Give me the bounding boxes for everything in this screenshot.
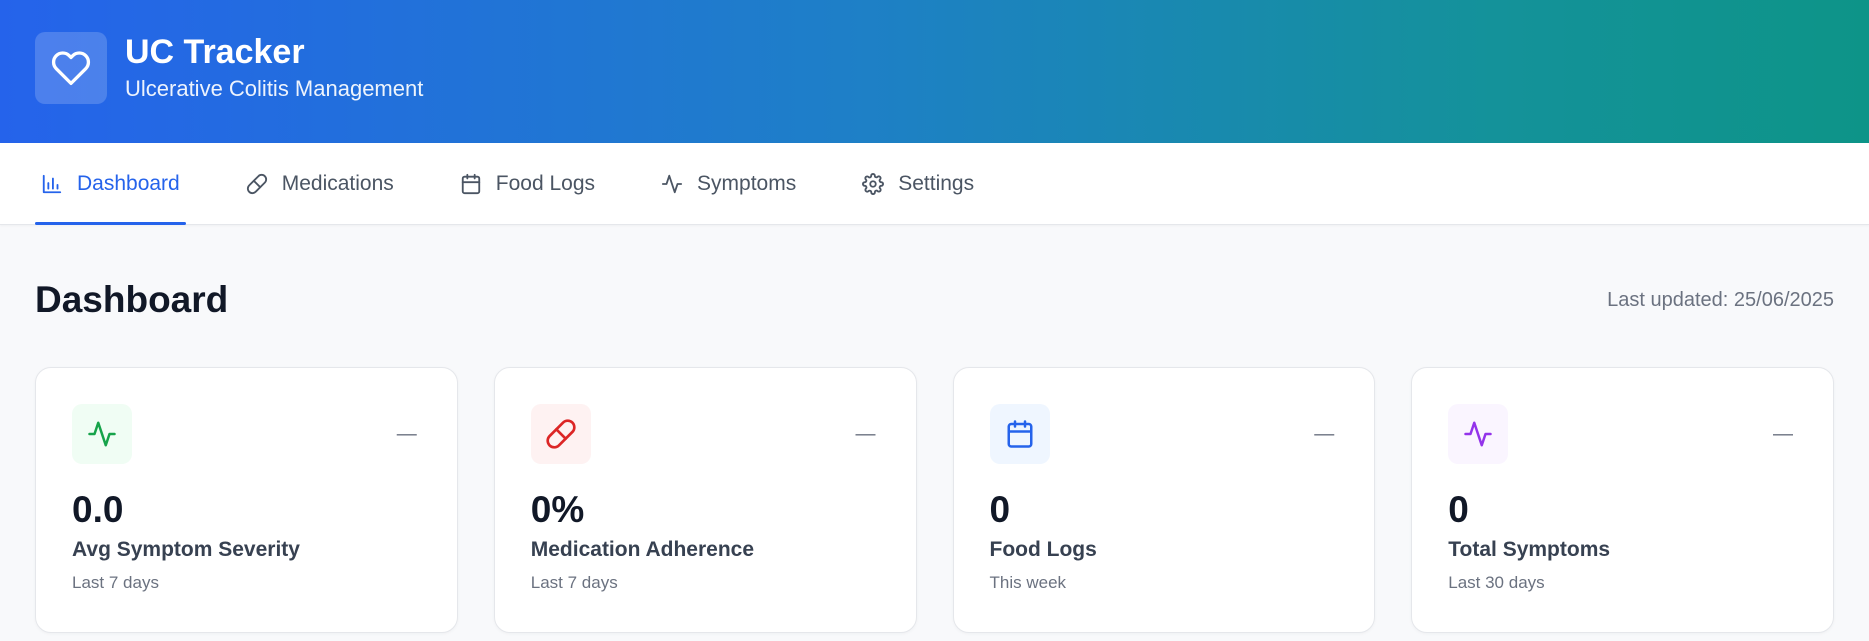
last-updated: Last updated: 25/06/2025 (1607, 288, 1834, 311)
stat-label: Food Logs (989, 538, 1097, 561)
pill-icon (246, 173, 267, 194)
tab-symptoms[interactable]: Symptoms (655, 143, 802, 224)
stat-label: Medication Adherence (530, 538, 755, 561)
app-title: UC Tracker (125, 32, 305, 71)
stat-value: 0% (530, 489, 585, 530)
calendar-icon (461, 173, 480, 194)
stat-period: Last 7 days (72, 573, 159, 592)
app-header: UC Tracker Ulcerative Colitis Management (0, 0, 1869, 143)
card-icon-wrap (989, 404, 1050, 464)
activity-icon (661, 174, 683, 193)
tab-medications[interactable]: Medications (240, 143, 400, 224)
tab-medications-label: Medications (281, 171, 394, 195)
tab-dashboard-label: Dashboard (77, 171, 180, 195)
heart-icon (51, 50, 91, 85)
activity-icon (1464, 421, 1492, 447)
pill-icon (546, 419, 576, 449)
activity-icon (88, 421, 116, 447)
card-icon-wrap (72, 404, 132, 464)
tab-symptoms-label: Symptoms (697, 171, 797, 195)
trend-indicator: — (396, 422, 417, 445)
card-icon-wrap (530, 404, 591, 464)
bar-chart-icon (42, 174, 62, 193)
tab-dashboard[interactable]: Dashboard (35, 143, 186, 225)
tab-food-logs-label: Food Logs (495, 171, 596, 195)
tab-settings-label: Settings (898, 171, 975, 195)
stats-cards: — 0.0 Avg Symptom Severity Last 7 days —… (35, 367, 1834, 633)
main-content: Dashboard Last updated: 25/06/2025 — 0.0… (0, 225, 1869, 633)
stat-card-total-symptoms: — 0 Total Symptoms Last 30 days (1411, 367, 1834, 633)
stat-label: Total Symptoms (1448, 538, 1611, 561)
stat-value: 0.0 (72, 489, 124, 530)
stat-period: Last 7 days (530, 573, 618, 592)
app-logo (35, 31, 107, 104)
tab-food-logs[interactable]: Food Logs (454, 143, 601, 224)
page-header: Dashboard Last updated: 25/06/2025 (35, 225, 1834, 367)
calendar-icon (1007, 420, 1032, 448)
stat-card-food-logs: — 0 Food Logs This week (952, 367, 1376, 633)
gear-icon (862, 172, 885, 195)
tab-settings[interactable]: Settings (856, 143, 980, 224)
brand: UC Tracker Ulcerative Colitis Management (125, 32, 423, 104)
stat-period: This week (989, 573, 1067, 592)
stat-card-symptom-severity: — 0.0 Avg Symptom Severity Last 7 days (35, 367, 458, 633)
stat-card-medication-adherence: — 0% Medication Adherence Last 7 days (493, 367, 917, 633)
app-subtitle: Ulcerative Colitis Management (125, 75, 424, 101)
card-icon-wrap (1448, 404, 1509, 464)
stat-value: 0 (1448, 489, 1469, 530)
trend-indicator: — (1773, 422, 1793, 445)
trend-indicator: — (1314, 422, 1335, 445)
main-nav: Dashboard Medications Food Logs Symptoms… (0, 143, 1869, 225)
trend-indicator: — (855, 422, 876, 445)
stat-period: Last 30 days (1448, 573, 1545, 592)
page-title: Dashboard (35, 279, 229, 320)
stat-value: 0 (989, 489, 1011, 530)
stat-label: Avg Symptom Severity (72, 538, 300, 561)
